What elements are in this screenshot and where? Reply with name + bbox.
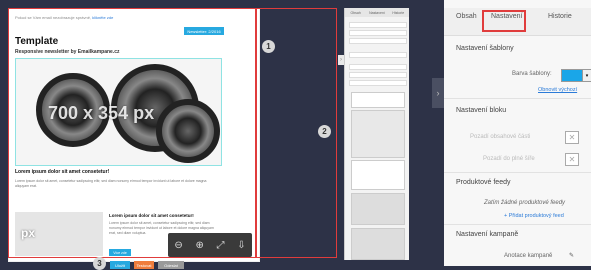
- expand-arrow-icon[interactable]: ›: [432, 78, 444, 108]
- block-row[interactable]: [349, 52, 407, 58]
- full-width-background-none-icon[interactable]: ✕: [565, 153, 579, 166]
- divider: [444, 172, 591, 173]
- block-thumbnail[interactable]: [351, 92, 405, 108]
- small-tab-settings[interactable]: Nastavení: [366, 8, 387, 17]
- section-template-settings: Nastavení šablony: [456, 45, 514, 52]
- full-width-background-label: Pozadí do plné šíře: [483, 156, 535, 162]
- blocks-panel: Obsah Nastavení Historie: [344, 8, 409, 260]
- small-tab-history[interactable]: Historie: [388, 8, 409, 17]
- fullscreen-icon[interactable]: ⤢: [217, 240, 225, 251]
- section-campaign-settings: Nastavení kampaně: [456, 231, 519, 238]
- zoom-out-icon[interactable]: ⊖: [174, 240, 182, 251]
- divider: [444, 224, 591, 225]
- template-color-swatch[interactable]: [561, 69, 583, 82]
- highlight-frame-canvas: [8, 8, 256, 258]
- editor-preview-area: Pokud se Vám email nezobrazuje správně, …: [0, 0, 412, 270]
- content-background-none-icon[interactable]: ✕: [565, 131, 579, 144]
- zoom-toolbar: ⊖ ⊕ ⤢ ⇩: [168, 233, 252, 257]
- small-tab-content[interactable]: Obsah: [345, 8, 366, 17]
- divider: [444, 98, 591, 99]
- section-block-settings: Nastavení bloku: [456, 107, 507, 114]
- save-button[interactable]: Uložit: [110, 261, 130, 269]
- block-row[interactable]: [349, 22, 407, 28]
- settings-panel: Obsah Nastavení Historie Nastavení šablo…: [444, 0, 591, 266]
- edit-pencil-icon[interactable]: ✎: [569, 252, 574, 259]
- block-row[interactable]: [349, 72, 407, 78]
- blocks-panel-tabs: Obsah Nastavení Historie: [345, 8, 409, 17]
- send-button[interactable]: Odeslat: [158, 261, 184, 269]
- settings-tabs: Obsah Nastavení Historie: [444, 8, 591, 36]
- block-row[interactable]: [349, 30, 407, 36]
- section-product-feeds: Produktové feedy: [456, 179, 511, 186]
- block-thumbnail[interactable]: [351, 160, 405, 190]
- test-button[interactable]: Testovat: [134, 261, 154, 269]
- color-dropdown-icon[interactable]: ▾: [582, 69, 591, 82]
- block-thumbnail[interactable]: [351, 228, 405, 260]
- active-tab-highlight: [482, 10, 526, 32]
- save-icon[interactable]: ⇩: [237, 240, 245, 251]
- tab-history[interactable]: Historie: [548, 13, 572, 20]
- template-color-label: Barva šablony:: [512, 71, 552, 77]
- add-feed-link[interactable]: + Přidat produktový feed: [504, 213, 564, 219]
- block-thumbnail[interactable]: [351, 193, 405, 225]
- block-row[interactable]: [349, 38, 407, 44]
- step-badge-3: 3: [93, 257, 106, 270]
- restore-default-link[interactable]: Obnovit výchozí: [538, 87, 577, 93]
- content-background-label: Pozadí obsahové části: [470, 134, 531, 140]
- no-feeds-text: Zatím žádné produktové feedy: [484, 200, 566, 206]
- campaign-annotation-label[interactable]: Anotace kampaně: [504, 253, 552, 259]
- block-thumbnail[interactable]: [351, 110, 405, 158]
- zoom-in-icon[interactable]: ⊕: [195, 240, 203, 251]
- block-row[interactable]: [349, 80, 407, 86]
- tab-content[interactable]: Obsah: [456, 13, 477, 20]
- highlight-frame-panel: [256, 8, 337, 258]
- block-row[interactable]: [349, 64, 407, 70]
